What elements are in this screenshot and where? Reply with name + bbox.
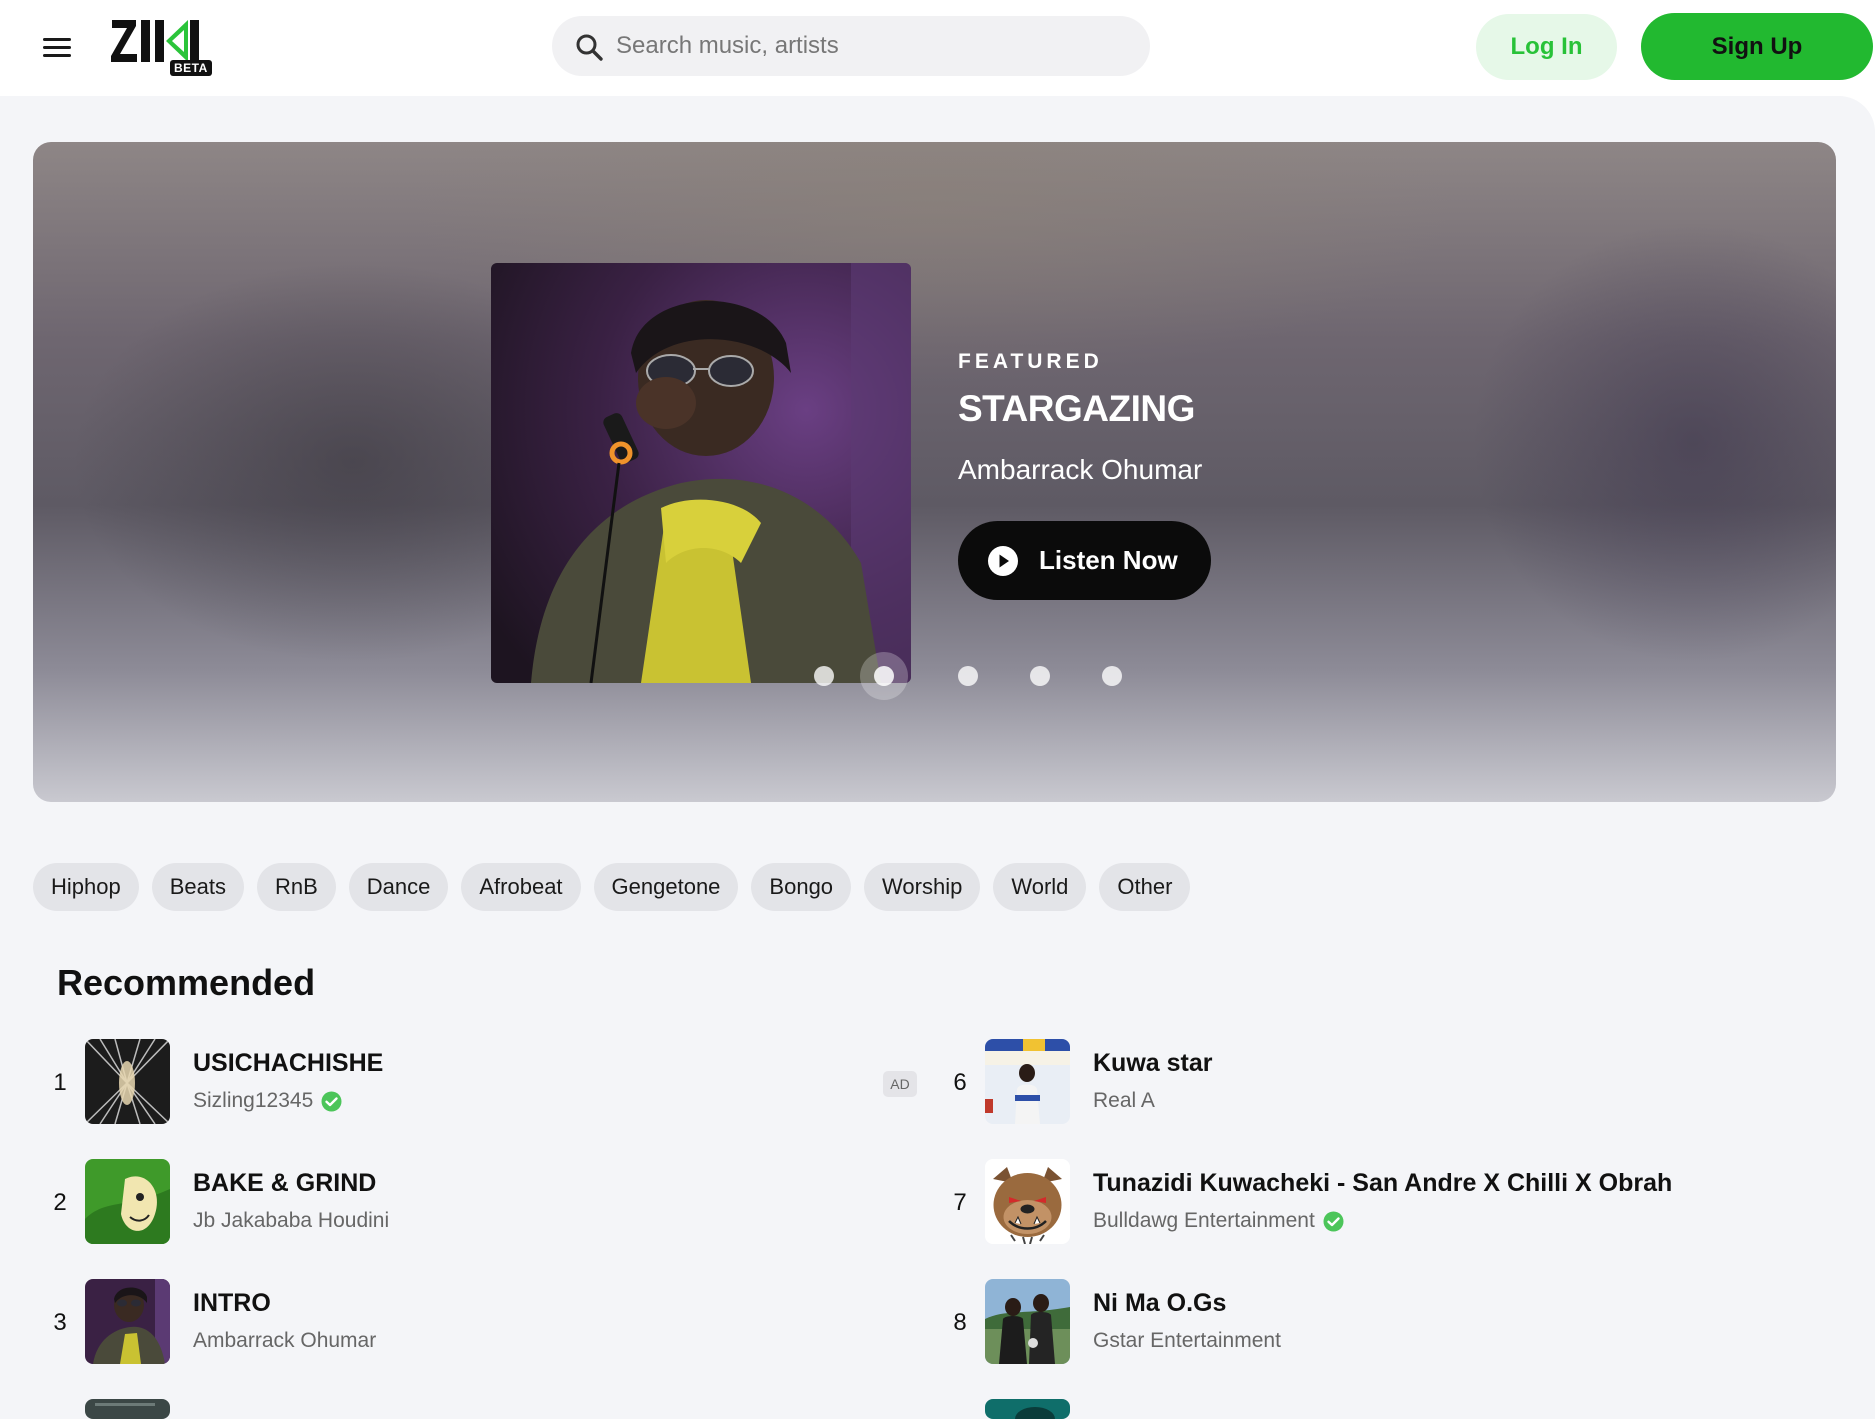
featured-hero-carousel: FEATURED STARGAZING Ambarrack Ohumar Lis… (33, 142, 1836, 802)
track-artist[interactable]: Real A (1093, 1089, 1155, 1113)
track-art-image (85, 1399, 170, 1419)
genre-chip-worship[interactable]: Worship (864, 863, 981, 911)
track-thumbnail (985, 1159, 1070, 1244)
genre-chip-hiphop[interactable]: Hiphop (33, 863, 139, 911)
carousel-pagination (776, 650, 1136, 700)
verified-check-icon (1323, 1211, 1344, 1231)
track-thumbnail (85, 1399, 170, 1419)
artist-name: Ambarrack Ohumar (193, 1329, 377, 1352)
ad-badge: AD (883, 1071, 917, 1097)
track-row[interactable]: 6 Kuwa star Real A (948, 1039, 1848, 1125)
track-artist[interactable]: Bulldawg Entertainment (1093, 1209, 1344, 1233)
genre-chip-other[interactable]: Other (1099, 863, 1191, 911)
track-rank: 2 (53, 1189, 67, 1216)
track-thumbnail (85, 1039, 170, 1124)
logo-wordmark (111, 20, 199, 62)
carousel-dot-2[interactable] (860, 652, 908, 700)
listen-now-label: Listen Now (1039, 545, 1178, 575)
carousel-dot-3[interactable] (958, 666, 978, 686)
genre-chip-rnb[interactable]: RnB (256, 863, 336, 911)
sign-up-button[interactable]: Sign Up (1641, 13, 1873, 80)
recommended-heading: Recommended (57, 962, 316, 1003)
track-rank: 7 (953, 1189, 967, 1216)
main-content: FEATURED STARGAZING Ambarrack Ohumar Lis… (0, 96, 1875, 1419)
artist-name: Bulldawg Entertainment (1093, 1209, 1315, 1232)
track-row[interactable] (48, 1399, 898, 1419)
track-row[interactable] (948, 1399, 1848, 1419)
genre-chip-world[interactable]: World (993, 863, 1087, 911)
artist-name: Gstar Entertainment (1093, 1329, 1281, 1352)
beta-badge: BETA (170, 60, 212, 76)
top-navbar: BETA Log In Sign Up (0, 0, 1875, 96)
track-thumbnail (85, 1159, 170, 1244)
featured-artist-name[interactable]: Ambarrack Ohumar (958, 454, 1202, 486)
track-artist[interactable]: Gstar Entertainment (1093, 1329, 1281, 1353)
track-title[interactable]: Kuwa star (1093, 1049, 1212, 1078)
track-thumbnail (985, 1039, 1070, 1124)
track-title[interactable]: BAKE & GRIND (193, 1169, 376, 1198)
genre-chip-bongo[interactable]: Bongo (751, 863, 852, 911)
track-row[interactable]: 7 Tunazidi Kuwacheki - San Andre X Chill… (948, 1159, 1848, 1245)
hamburger-menu-icon[interactable] (38, 30, 76, 64)
track-title[interactable]: USICHACHISHE (193, 1049, 383, 1078)
featured-label: FEATURED (958, 350, 1103, 373)
track-row[interactable]: 2 BAKE & GRIND Jb Jakababa Houdini (48, 1159, 898, 1245)
track-rank: 8 (953, 1309, 967, 1336)
carousel-dot-1[interactable] (814, 666, 834, 686)
artist-name: Jb Jakababa Houdini (193, 1209, 390, 1232)
poster-art-image (985, 1039, 1070, 1124)
track-rank: 6 (953, 1069, 967, 1096)
track-rank: 1 (53, 1069, 67, 1096)
genre-chip-afrobeat[interactable]: Afrobeat (461, 863, 581, 911)
genre-chip-dance[interactable]: Dance (348, 863, 449, 911)
track-thumbnail (985, 1399, 1070, 1419)
bulldog-logo-image (985, 1159, 1070, 1244)
track-thumbnail (85, 1279, 170, 1364)
duo-photo-image (985, 1279, 1070, 1364)
artist-name: Real A (1093, 1089, 1155, 1112)
featured-album-art[interactable] (491, 263, 911, 683)
track-rank: 3 (53, 1309, 67, 1336)
track-row[interactable]: 8 Ni Ma O.Gs Gstar Entertainment (948, 1279, 1848, 1365)
search-bar[interactable] (552, 16, 1150, 76)
genre-chip-beats[interactable]: Beats (151, 863, 244, 911)
carousel-dot-5[interactable] (1102, 666, 1122, 686)
track-artist[interactable]: Jb Jakababa Houdini (193, 1209, 389, 1233)
performer-image (491, 263, 911, 683)
track-title[interactable]: INTRO (193, 1289, 271, 1318)
cartoon-art-image (85, 1159, 170, 1244)
abstract-art-image (85, 1039, 170, 1124)
track-title[interactable]: Ni Ma O.Gs (1093, 1289, 1226, 1318)
play-icon (988, 546, 1018, 576)
track-thumbnail (985, 1279, 1070, 1364)
artist-name: Sizling12345 (193, 1089, 314, 1112)
featured-track-title[interactable]: STARGAZING (958, 388, 1195, 430)
genre-filter-chips: Hiphop Beats RnB Dance Afrobeat Gengeton… (33, 863, 1191, 911)
verified-check-icon (321, 1091, 342, 1111)
carousel-dot-4[interactable] (1030, 666, 1050, 686)
track-row[interactable]: 1 USICHACHISHE Sizling12345 (48, 1039, 898, 1125)
performer-thumb-image (85, 1279, 170, 1364)
track-title[interactable]: Tunazidi Kuwacheki - San Andre X Chilli … (1093, 1169, 1672, 1198)
track-artist[interactable]: Ambarrack Ohumar (193, 1329, 376, 1353)
ziki-logo[interactable]: BETA (110, 16, 222, 78)
log-in-button[interactable]: Log In (1476, 14, 1617, 80)
genre-chip-gengetone[interactable]: Gengetone (593, 863, 739, 911)
search-input[interactable] (616, 16, 1136, 76)
track-artist[interactable]: Sizling12345 (193, 1089, 342, 1113)
track-art-image (985, 1399, 1070, 1419)
track-row[interactable]: 3 INTRO Ambarrack Ohumar (48, 1279, 898, 1365)
search-icon (576, 34, 603, 61)
listen-now-button[interactable]: Listen Now (958, 521, 1211, 600)
